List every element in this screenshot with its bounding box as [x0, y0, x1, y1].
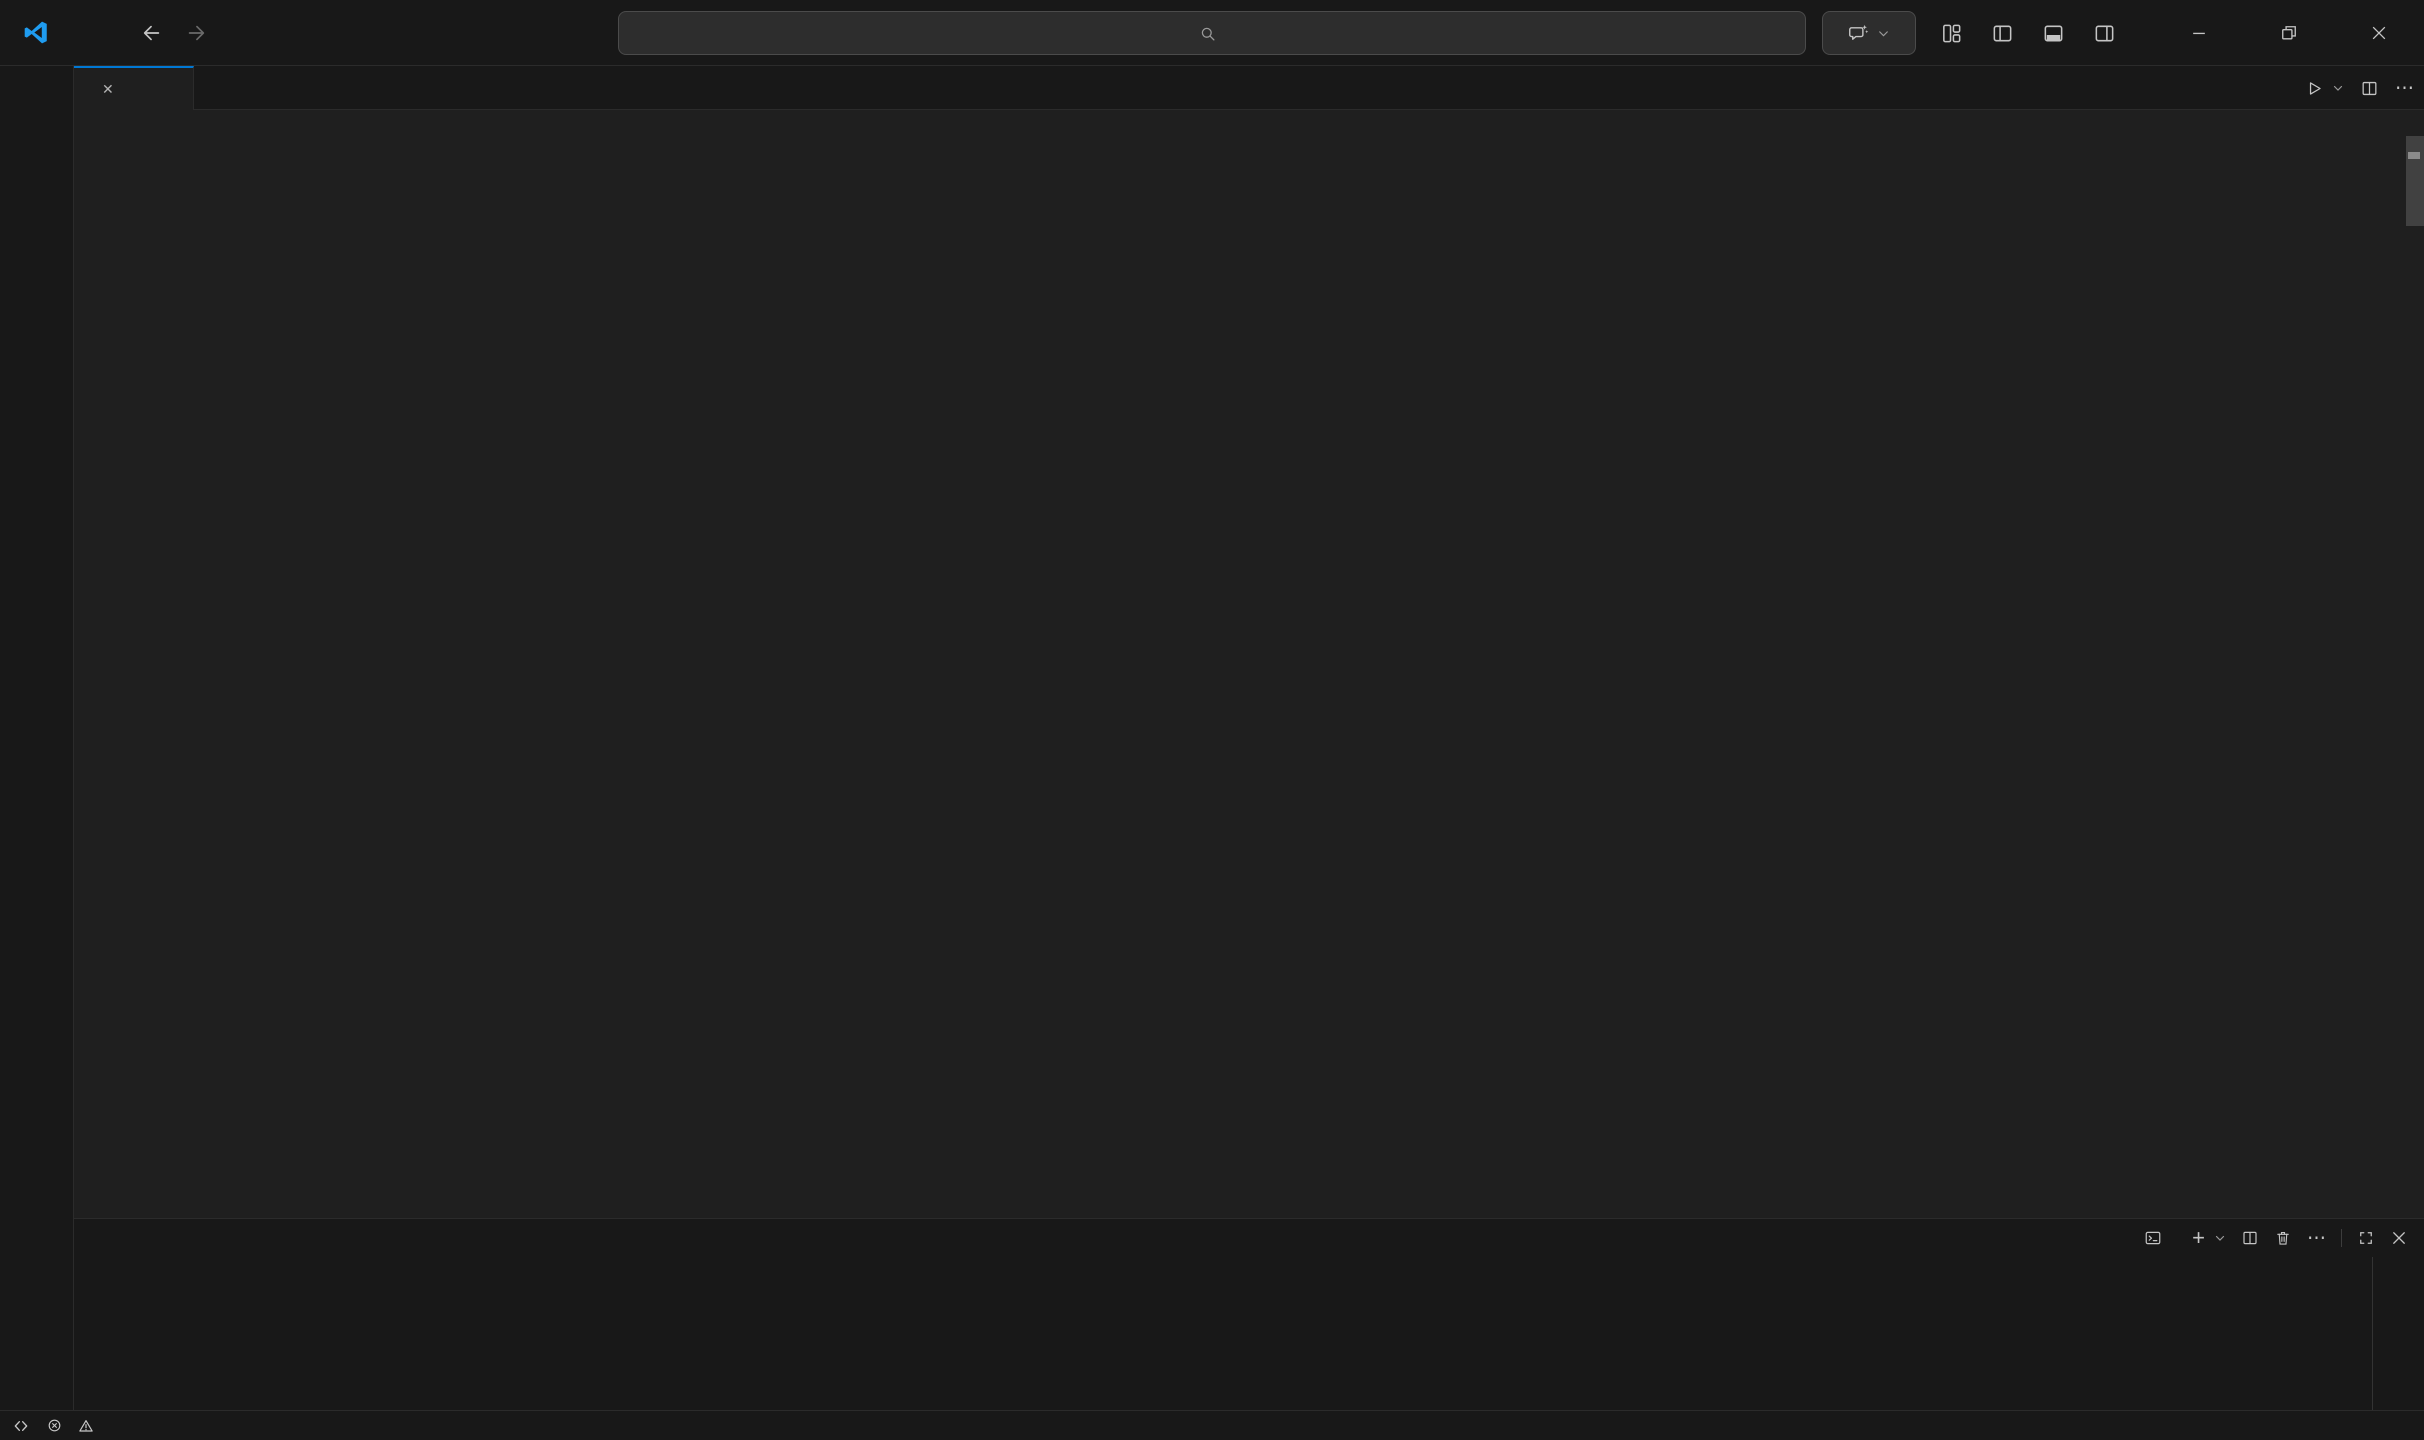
editor-scrollbar[interactable] — [2406, 136, 2424, 226]
bottom-panel: + ⋯ — [74, 1218, 2424, 1410]
terminal-dropdown-icon[interactable] — [2214, 1232, 2226, 1244]
error-icon — [47, 1418, 62, 1433]
run-dropdown-icon[interactable] — [2332, 82, 2344, 94]
chevron-down-icon — [1877, 27, 1890, 40]
warning-icon — [78, 1418, 94, 1434]
code-editor[interactable] — [74, 136, 2424, 1218]
minimap[interactable] — [2286, 136, 2404, 436]
terminal-instance-list — [2372, 1257, 2424, 1410]
copilot-chat-icon — [1848, 23, 1869, 44]
tab-ucm-py[interactable]: ✕ — [74, 66, 194, 110]
split-editor-button[interactable] — [2360, 79, 2379, 98]
panel-header: + ⋯ — [74, 1219, 2424, 1257]
editor-group: ✕ ⋯ — [74, 66, 2424, 1218]
go-back-button[interactable] — [141, 22, 163, 44]
close-panel-button[interactable] — [2390, 1229, 2408, 1247]
activity-bar — [0, 66, 74, 1410]
kill-terminal-button[interactable] — [2274, 1229, 2292, 1247]
split-terminal-button[interactable] — [2241, 1229, 2259, 1247]
command-center-search[interactable] — [618, 11, 1806, 55]
terminal-icon — [2144, 1229, 2162, 1247]
close-tab-icon[interactable]: ✕ — [102, 81, 114, 98]
breadcrumb — [74, 110, 2424, 136]
problems-indicator[interactable] — [47, 1418, 99, 1434]
copilot-chat-button[interactable] — [1822, 11, 1916, 55]
toolbar-divider — [2341, 1229, 2342, 1247]
overview-ruler-mark — [2408, 152, 2420, 159]
toggle-primary-sidebar-button[interactable] — [1991, 22, 2014, 45]
tab-bar: ✕ ⋯ — [74, 66, 2424, 110]
customize-layout-button[interactable] — [1940, 22, 1963, 45]
status-bar — [0, 1410, 2424, 1440]
title-bar — [0, 0, 2424, 66]
more-editor-actions-button[interactable]: ⋯ — [2395, 79, 2414, 98]
more-terminal-actions-button[interactable]: ⋯ — [2307, 1229, 2326, 1248]
minimize-button[interactable] — [2154, 0, 2244, 66]
restore-button[interactable] — [2244, 0, 2334, 66]
maximize-panel-button[interactable] — [2357, 1229, 2375, 1247]
toggle-panel-button[interactable] — [2042, 22, 2065, 45]
go-forward-button[interactable] — [185, 22, 207, 44]
terminal-output[interactable] — [76, 1257, 2350, 1410]
new-terminal-button[interactable]: + — [2192, 1227, 2205, 1249]
close-window-button[interactable] — [2334, 0, 2424, 66]
remote-indicator[interactable] — [13, 1418, 29, 1434]
toggle-secondary-sidebar-button[interactable] — [2093, 22, 2116, 45]
search-icon — [1199, 25, 1216, 42]
vscode-logo-icon — [22, 19, 49, 46]
run-python-file-button[interactable] — [2305, 79, 2324, 98]
